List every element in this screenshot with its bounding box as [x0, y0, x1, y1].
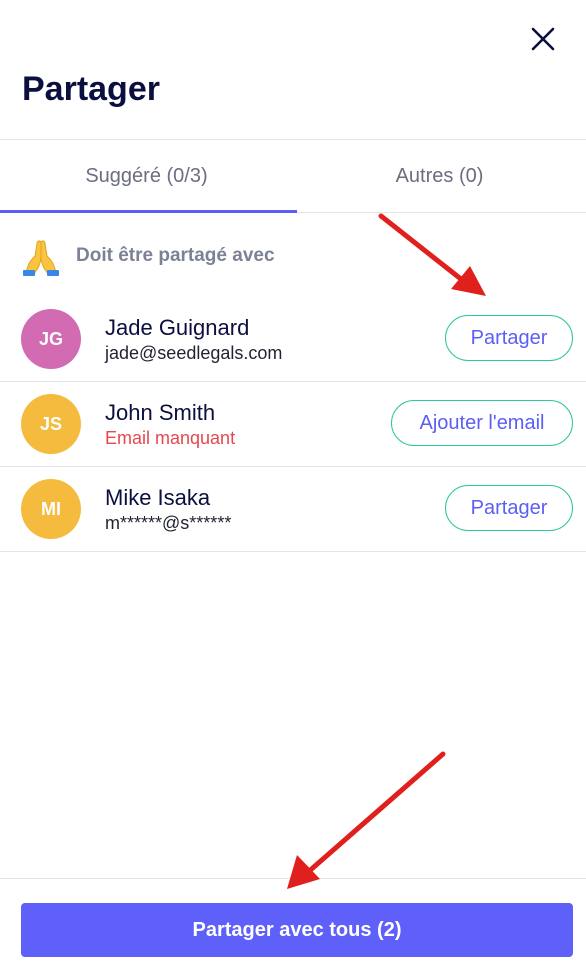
list-item: MI Mike Isaka m******@s****** Partager: [0, 467, 586, 552]
contact-name: Mike Isaka: [105, 485, 211, 510]
share-all-button[interactable]: Partager avec tous (2): [21, 903, 573, 957]
contact-email: m******@s******: [105, 513, 232, 533]
avatar: JG: [21, 309, 81, 369]
missing-email-label: Email manquant: [105, 428, 236, 448]
share-required-notice: Doit être partagé avec: [22, 236, 275, 276]
footer-divider: [0, 878, 586, 879]
list-item: JS John Smith Email manquant Ajouter l'e…: [0, 382, 586, 467]
share-button[interactable]: Partager: [445, 315, 573, 361]
avatar: JS: [21, 394, 81, 454]
notice-text: Doit être partagé avec: [76, 245, 275, 266]
list-item: JG Jade Guignard jade@seedlegals.com Par…: [0, 297, 586, 382]
close-icon[interactable]: [528, 24, 558, 54]
add-email-button[interactable]: Ajouter l'email: [391, 400, 573, 446]
annotation-arrow-icon: [287, 751, 446, 889]
share-button[interactable]: Partager: [445, 485, 573, 531]
praying-hands-icon: [23, 240, 59, 276]
page-title: Partager: [22, 70, 160, 108]
tab-bar: Suggéré (0/3) Autres (0): [0, 140, 586, 213]
tab-others[interactable]: Autres (0): [293, 140, 586, 212]
tab-suggested[interactable]: Suggéré (0/3): [0, 140, 293, 212]
active-tab-indicator: [0, 210, 297, 213]
avatar: MI: [21, 479, 81, 539]
close-button[interactable]: [528, 24, 558, 54]
contact-list: JG Jade Guignard jade@seedlegals.com Par…: [0, 297, 586, 552]
annotation-arrow-icon: [378, 213, 486, 296]
contact-name: Jade Guignard: [105, 315, 250, 340]
contact-name: John Smith: [105, 400, 216, 425]
contact-email: jade@seedlegals.com: [105, 343, 283, 363]
